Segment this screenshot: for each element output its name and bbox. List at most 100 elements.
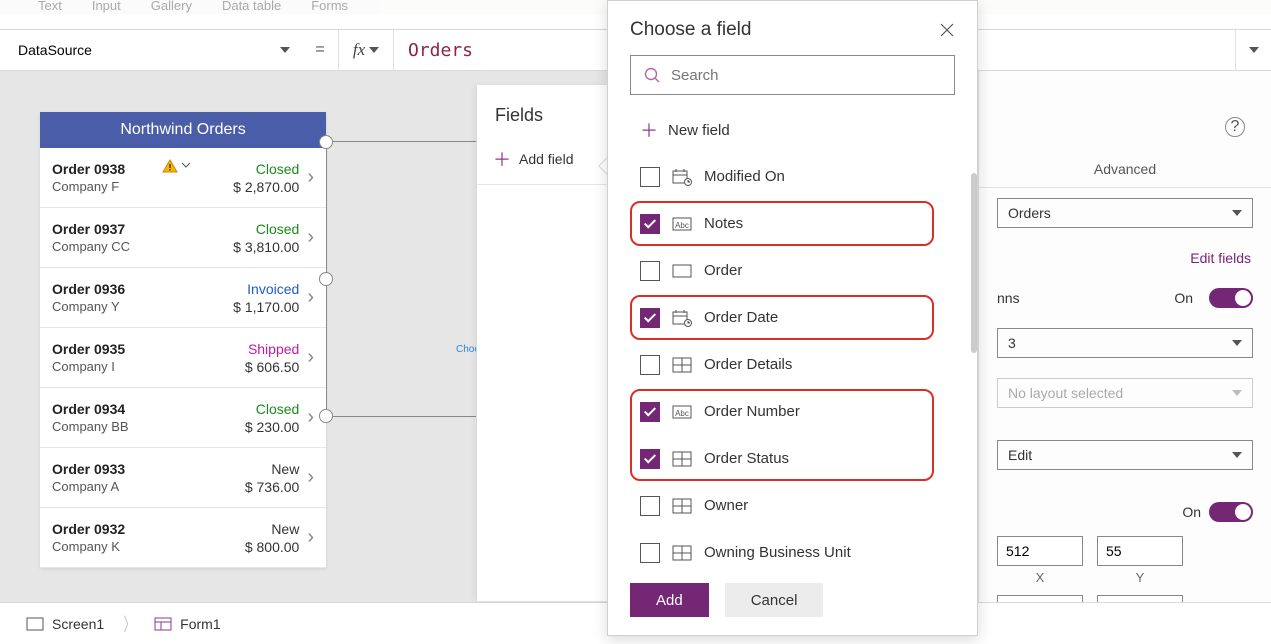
pos-y-input[interactable] — [1097, 536, 1183, 566]
order-amount: $ 606.50 — [245, 359, 300, 375]
order-status: New — [245, 521, 300, 537]
field-label: Order Status — [704, 450, 789, 467]
gallery-row[interactable]: Order 0932 Company K New $ 800.00 › — [40, 508, 326, 568]
order-amount: $ 2,870.00 — [233, 179, 299, 195]
chevron-right-icon: › — [307, 406, 314, 429]
field-item[interactable]: Order — [630, 247, 955, 294]
default-mode-select[interactable]: Edit — [997, 440, 1253, 470]
scrollbar[interactable] — [971, 173, 977, 353]
checkbox[interactable] — [640, 355, 660, 375]
field-label: Modified On — [704, 168, 785, 185]
gallery-row[interactable]: Order 0936 Company Y Invoiced $ 1,170.00… — [40, 268, 326, 328]
add-button[interactable]: Add — [630, 583, 709, 617]
resize-handle[interactable] — [319, 135, 333, 149]
new-field-button[interactable]: ＋ New field — [608, 107, 977, 153]
visible-on-label: On — [1182, 504, 1201, 520]
properties-pane: ? Advanced Orders Edit fields nns On 3 N… — [978, 71, 1271, 602]
crumb-label: Screen1 — [52, 616, 104, 632]
data-source-select[interactable]: Orders — [997, 198, 1253, 228]
help-button[interactable]: ? — [1225, 117, 1245, 137]
ribbon-item[interactable]: Data table — [222, 0, 281, 14]
checkbox[interactable] — [640, 543, 660, 563]
layout-select: No layout selected — [997, 378, 1253, 408]
gallery-row[interactable]: Order 0933 Company A New $ 736.00 › — [40, 448, 326, 508]
pos-x-input[interactable] — [997, 536, 1083, 566]
visible-toggle[interactable] — [1209, 502, 1253, 522]
checkbox[interactable] — [640, 167, 660, 187]
svg-text:Abc: Abc — [675, 409, 689, 418]
chevron-down-icon — [1232, 390, 1242, 396]
field-item[interactable]: Modified On — [630, 153, 955, 200]
search-field[interactable] — [630, 55, 955, 95]
chevron-right-icon: › — [307, 226, 314, 249]
chevron-down-icon — [1232, 210, 1242, 216]
ribbon-item[interactable]: Input — [92, 0, 121, 14]
tab-advanced[interactable]: Advanced — [979, 151, 1271, 187]
field-item[interactable]: Order Details — [630, 341, 955, 388]
order-title: Order 0936 — [52, 281, 233, 297]
crumb-form[interactable]: Form1 — [144, 610, 230, 638]
field-type-icon — [672, 262, 692, 280]
field-type-icon — [672, 356, 692, 374]
crumb-screen[interactable]: Screen1 — [16, 610, 114, 638]
svg-text:Abc: Abc — [675, 221, 689, 230]
x-label: X — [997, 570, 1083, 585]
checkbox[interactable] — [640, 308, 660, 328]
ribbon-item[interactable]: Gallery — [151, 0, 192, 14]
gallery-row[interactable]: Order 0937 Company CC Closed $ 3,810.00 … — [40, 208, 326, 268]
order-amount: $ 3,810.00 — [233, 239, 299, 255]
plus-icon: ＋ — [493, 146, 511, 172]
field-label: Order Date — [704, 309, 778, 326]
order-status: Closed — [233, 161, 299, 177]
chevron-down-icon — [280, 47, 290, 53]
form-icon — [154, 617, 172, 631]
add-field-button[interactable]: ＋ Add field — [477, 134, 607, 185]
order-title: Order 0933 — [52, 461, 245, 477]
warning-icon — [162, 159, 192, 173]
resize-handle[interactable] — [319, 409, 333, 423]
order-title: Order 0937 — [52, 221, 233, 237]
search-input[interactable] — [671, 67, 942, 84]
layout-placeholder: No layout selected — [1008, 385, 1123, 401]
field-label: Owning Business Unit — [704, 544, 851, 561]
ribbon-item[interactable]: Text — [38, 0, 62, 14]
order-amount: $ 230.00 — [245, 419, 300, 435]
checkbox[interactable] — [640, 214, 660, 234]
orders-gallery[interactable]: Northwind Orders Order 0938 Company F Cl… — [40, 112, 326, 568]
fields-pane-title: Fields — [477, 85, 607, 134]
checkbox[interactable] — [640, 496, 660, 516]
checkbox[interactable] — [640, 449, 660, 469]
cancel-button[interactable]: Cancel — [725, 583, 824, 617]
order-status: New — [245, 461, 300, 477]
plus-icon: ＋ — [640, 117, 658, 143]
resize-handle[interactable] — [319, 272, 333, 286]
ribbon-item[interactable]: Forms — [311, 0, 348, 14]
order-amount: $ 736.00 — [245, 479, 300, 495]
checkbox[interactable] — [640, 261, 660, 281]
field-item[interactable]: Abc Order Number — [630, 388, 955, 435]
property-selector[interactable]: DataSource — [6, 30, 302, 70]
order-company: Company F — [52, 179, 233, 194]
field-type-icon — [672, 450, 692, 468]
order-company: Company I — [52, 359, 245, 374]
field-item[interactable]: Order Status — [630, 435, 955, 482]
edit-fields-link[interactable]: Edit fields — [979, 238, 1271, 278]
field-item[interactable]: Owning Business Unit — [630, 529, 955, 569]
fx-icon: fx — [353, 40, 365, 60]
order-title: Order 0938 — [52, 161, 233, 177]
close-button[interactable] — [939, 22, 955, 38]
field-item[interactable]: Owner — [630, 482, 955, 529]
columns-select[interactable]: 3 — [997, 328, 1253, 358]
gallery-row[interactable]: Order 0934 Company BB Closed $ 230.00 › — [40, 388, 326, 448]
field-item[interactable]: Order Date — [630, 294, 955, 341]
fx-button[interactable]: fx — [338, 30, 394, 70]
fields-pane: Fields ＋ Add field — [476, 85, 607, 601]
gallery-row[interactable]: Order 0938 Company F Closed $ 2,870.00 › — [40, 148, 326, 208]
checkbox[interactable] — [640, 402, 660, 422]
gallery-row[interactable]: Order 0935 Company I Shipped $ 606.50 › — [40, 328, 326, 388]
chevron-down-icon — [369, 47, 379, 53]
field-list[interactable]: Modified On Abc Notes Order Order Date O… — [608, 153, 977, 569]
expand-formula-button[interactable] — [1235, 30, 1271, 70]
snap-toggle[interactable] — [1209, 288, 1253, 308]
field-item[interactable]: Abc Notes — [630, 200, 955, 247]
